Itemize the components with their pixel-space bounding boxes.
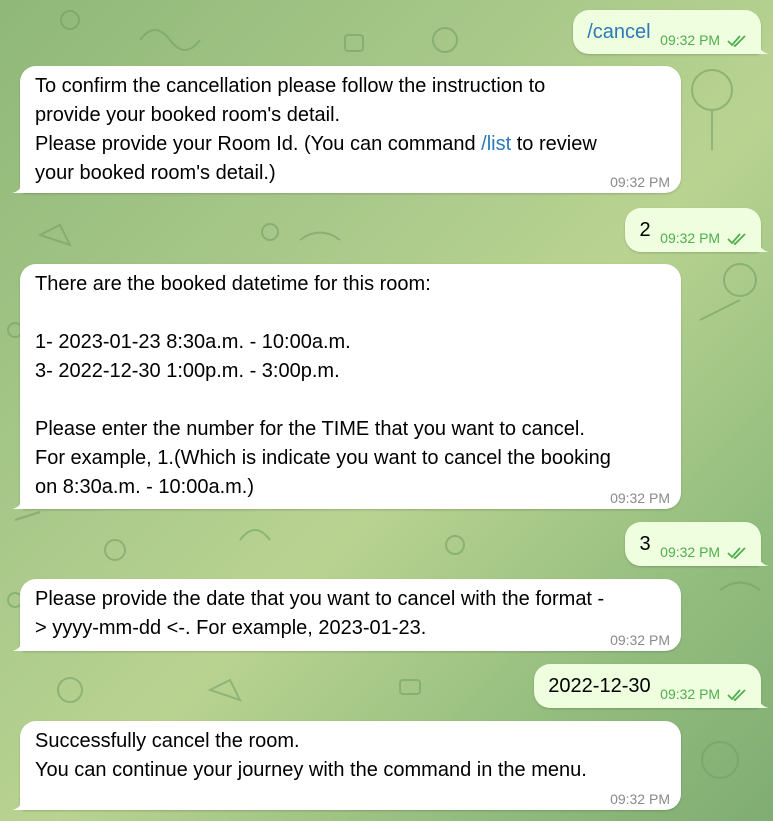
message-text: You can continue your journey with the c… xyxy=(35,759,587,781)
message-text: Please enter the number for the TIME tha… xyxy=(35,418,585,440)
message-time: 09:32 PM xyxy=(660,544,721,560)
message-text: provide your booked room's detail. xyxy=(35,104,341,126)
message-time: 09:32 PM xyxy=(610,490,670,506)
message-meta: 09:32 PM xyxy=(660,26,747,55)
message-text: 2022-12-30 xyxy=(548,675,651,697)
incoming-message[interactable]: To confirm the cancellation please follo… xyxy=(12,66,681,193)
message-text: For example, 1.(Which is indicate you wa… xyxy=(35,447,611,469)
bubble-tail xyxy=(12,179,24,193)
message-text: Please provide your Room Id. (You can co… xyxy=(35,133,597,155)
message-text: your booked room's detail.) xyxy=(35,162,276,184)
message-text: 3 xyxy=(639,533,651,555)
outgoing-message[interactable]: 3 09:32 PM xyxy=(625,522,769,567)
double-check-icon xyxy=(727,547,746,560)
bubble-tail xyxy=(12,637,24,651)
bubble-tail xyxy=(757,238,769,252)
message-text: on 8:30a.m. - 10:00a.m.) xyxy=(35,476,255,498)
message-text: To confirm the cancellation please follo… xyxy=(35,75,546,97)
message-text: There are the booked datetime for this r… xyxy=(35,273,431,295)
message-time: 09:32 PM xyxy=(610,791,670,807)
outgoing-message[interactable]: /cancel 09:32 PM xyxy=(573,10,769,55)
incoming-message[interactable]: Please provide the date that you want to… xyxy=(12,579,681,651)
message-time: 09:32 PM xyxy=(660,686,721,702)
outgoing-message[interactable]: 2022-12-30 09:32 PM xyxy=(534,664,769,709)
double-check-icon xyxy=(727,233,746,246)
outgoing-message[interactable]: 2 09:32 PM xyxy=(625,208,769,253)
message-text: Please provide the date that you want to… xyxy=(35,588,605,610)
double-check-icon xyxy=(727,35,746,48)
booking-option: 3- 2022-12-30 1:00p.m. - 3:00p.m. xyxy=(35,360,340,382)
message-time: 09:32 PM xyxy=(660,230,721,246)
double-check-icon xyxy=(727,689,746,702)
message-meta: 09:32 PM xyxy=(660,538,747,567)
incoming-message[interactable]: There are the booked datetime for this r… xyxy=(12,264,681,509)
bubble-tail xyxy=(757,552,769,566)
bubble-tail xyxy=(12,495,24,509)
message-text: > yyyy-mm-dd <-. For example, 2023-01-23… xyxy=(35,617,427,639)
bubble-tail xyxy=(757,694,769,708)
message-time: 09:32 PM xyxy=(610,174,670,190)
command-link-cancel[interactable]: /cancel xyxy=(587,21,650,43)
message-text: Successfully cancel the room. xyxy=(35,730,300,752)
message-text: 2 xyxy=(639,219,651,241)
command-link-list[interactable]: /list xyxy=(481,133,511,155)
bubble-tail xyxy=(12,796,24,810)
message-time: 09:32 PM xyxy=(610,632,670,648)
message-meta: 09:32 PM xyxy=(660,680,747,709)
bubble-tail xyxy=(757,40,769,54)
message-time: 09:32 PM xyxy=(660,32,721,48)
incoming-message[interactable]: Successfully cancel the room. You can co… xyxy=(12,721,681,810)
message-meta: 09:32 PM xyxy=(660,224,747,253)
booking-option: 1- 2023-01-23 8:30a.m. - 10:00a.m. xyxy=(35,331,351,353)
